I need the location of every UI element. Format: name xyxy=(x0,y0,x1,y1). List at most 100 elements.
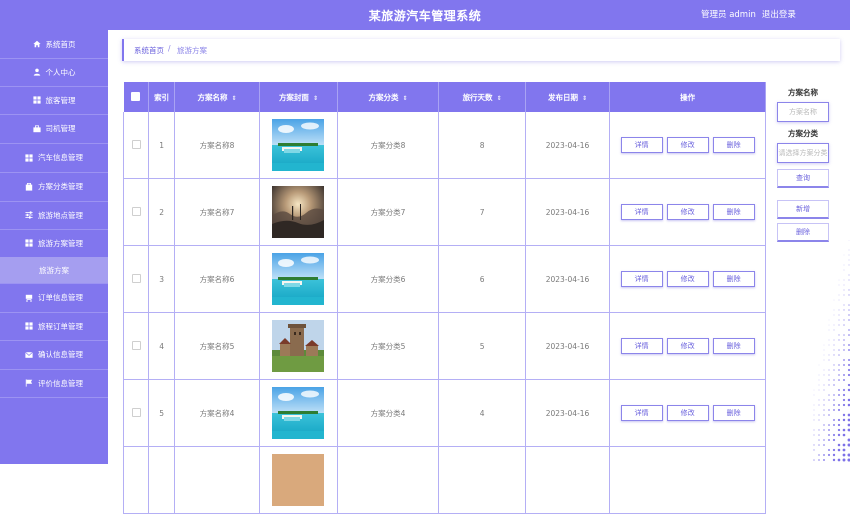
home-icon xyxy=(33,40,41,48)
delete-button[interactable]: 删除 xyxy=(713,271,755,287)
cell-actions: 详情修改删除 xyxy=(610,313,766,380)
cell-name: 方案名称8 xyxy=(174,112,259,179)
sidebar-item-4[interactable]: 司机管理 xyxy=(0,114,108,143)
edit-button[interactable]: 修改 xyxy=(667,271,709,287)
mail-icon xyxy=(25,351,33,359)
cover-image[interactable] xyxy=(272,454,324,506)
cover-image[interactable] xyxy=(272,119,324,171)
sidebar-item-label: 方案分类管理 xyxy=(38,181,83,192)
row-select-cell[interactable] xyxy=(124,112,149,179)
sidebar-item-5[interactable]: 汽车信息管理 xyxy=(0,143,108,172)
data-table: 索引 方案名称⇕ 方案封面⇕ 方案分类⇕ 旅行天数⇕ 发布日期⇕ 操作 1方案名… xyxy=(123,82,766,514)
select-all-checkbox[interactable] xyxy=(131,92,140,101)
grid-icon xyxy=(33,96,41,104)
table-row[interactable]: 2方案名称7方案分类772023-04-16详情修改删除 xyxy=(124,179,766,246)
cover-image[interactable] xyxy=(272,186,324,238)
sort-icon[interactable]: ⇕ xyxy=(497,95,502,102)
detail-button[interactable]: 详情 xyxy=(621,405,663,421)
breadcrumb-separator: / xyxy=(168,44,171,53)
row-select-cell[interactable] xyxy=(124,179,149,246)
column-header-days[interactable]: 旅行天数⇕ xyxy=(439,82,525,112)
delete-button[interactable]: 删除 xyxy=(713,137,755,153)
user-icon xyxy=(33,68,41,76)
sidebar-item-label: 旅游方案管理 xyxy=(38,238,83,249)
cart-icon xyxy=(25,294,33,302)
sidebar-item-label: 旅客管理 xyxy=(46,95,76,106)
row-select-cell[interactable] xyxy=(124,313,149,380)
edit-button[interactable]: 修改 xyxy=(667,405,709,421)
cell-actions: 详情修改删除 xyxy=(610,380,766,447)
edit-button[interactable]: 修改 xyxy=(667,204,709,220)
detail-button[interactable]: 详情 xyxy=(621,271,663,287)
table-row[interactable]: 3方案名称6方案分类662023-04-16详情修改删除 xyxy=(124,246,766,313)
cell-date: 2023-04-16 xyxy=(525,112,609,179)
column-header-name[interactable]: 方案名称⇕ xyxy=(174,82,259,112)
sidebar-item-3[interactable]: 旅客管理 xyxy=(0,86,108,114)
sort-icon[interactable]: ⇕ xyxy=(582,95,587,102)
logout-link[interactable]: 退出登录 xyxy=(762,10,796,20)
cell-date: 2023-04-16 xyxy=(525,380,609,447)
search-name-input[interactable]: 方案名称 xyxy=(777,102,829,122)
delete-button[interactable]: 删除 xyxy=(713,204,755,220)
table-row[interactable]: 4方案名称5方案分类552023-04-16详情修改删除 xyxy=(124,313,766,380)
sidebar-item-label: 个人中心 xyxy=(46,67,76,78)
sidebar-item-8[interactable]: 旅游方案管理 xyxy=(0,229,108,257)
search-name-label: 方案名称 xyxy=(777,87,829,98)
sidebar-item-6[interactable]: 方案分类管理 xyxy=(0,172,108,201)
edit-button[interactable]: 修改 xyxy=(667,338,709,354)
detail-button[interactable]: 详情 xyxy=(621,204,663,220)
sidebar-item-13[interactable]: 评价信息管理 xyxy=(0,369,108,397)
user-name: 管理员 admin xyxy=(701,10,756,20)
row-select-cell[interactable] xyxy=(124,380,149,447)
row-checkbox[interactable] xyxy=(132,341,141,350)
edit-button[interactable]: 修改 xyxy=(667,137,709,153)
breadcrumb-home[interactable]: 系统首页 xyxy=(134,45,164,56)
sort-icon[interactable]: ⇕ xyxy=(313,95,318,102)
row-checkbox[interactable] xyxy=(132,207,141,216)
row-checkbox[interactable] xyxy=(132,274,141,283)
detail-button[interactable]: 详情 xyxy=(621,338,663,354)
sidebar-item-2[interactable]: 个人中心 xyxy=(0,58,108,86)
sort-icon[interactable]: ⇕ xyxy=(402,95,407,102)
briefcase-icon xyxy=(33,125,41,133)
sidebar-item-11[interactable]: 旅程订单管理 xyxy=(0,312,108,340)
delete-button[interactable]: 删除 xyxy=(713,338,755,354)
row-select-cell[interactable] xyxy=(124,246,149,313)
cell-cover xyxy=(260,179,337,246)
sidebar-item-7[interactable]: 旅游地点管理 xyxy=(0,201,108,229)
add-button[interactable]: 新增 xyxy=(777,200,829,219)
sidebar-item-label: 旅程订单管理 xyxy=(38,321,83,332)
cell-date: 2023-04-16 xyxy=(525,246,609,313)
column-header-category[interactable]: 方案分类⇕ xyxy=(337,82,439,112)
sidebar-item-9[interactable]: 旅游方案 xyxy=(0,257,108,283)
detail-button[interactable]: 详情 xyxy=(621,137,663,153)
sliders-icon xyxy=(25,211,33,219)
cell-name: 方案名称6 xyxy=(174,246,259,313)
cover-image[interactable] xyxy=(272,253,324,305)
cell-actions: 详情修改删除 xyxy=(610,112,766,179)
sidebar-item-label: 评价信息管理 xyxy=(38,378,83,389)
delete-button[interactable]: 删除 xyxy=(713,405,755,421)
table-row[interactable]: 1方案名称8方案分类882023-04-16详情修改删除 xyxy=(124,112,766,179)
search-category-label: 方案分类 xyxy=(777,128,829,139)
cover-image[interactable] xyxy=(272,387,324,439)
table-row[interactable] xyxy=(124,447,766,514)
search-button[interactable]: 查询 xyxy=(777,169,829,188)
cell-index: 5 xyxy=(149,380,174,447)
sidebar-item-1[interactable]: 系统首页 xyxy=(0,30,108,58)
cell-actions: 详情修改删除 xyxy=(610,246,766,313)
sidebar-item-12[interactable]: 确认信息管理 xyxy=(0,340,108,369)
cell-index: 2 xyxy=(149,179,174,246)
cell-days: 8 xyxy=(439,112,525,179)
cover-image[interactable] xyxy=(272,320,324,372)
cell-index: 3 xyxy=(149,246,174,313)
sidebar-item-10[interactable]: 订单信息管理 xyxy=(0,283,108,312)
column-header-cover[interactable]: 方案封面⇕ xyxy=(260,82,337,112)
sort-icon[interactable]: ⇕ xyxy=(232,95,237,102)
select-all-cell[interactable] xyxy=(124,82,149,112)
row-checkbox[interactable] xyxy=(132,140,141,149)
search-category-select[interactable]: 请选择方案分类 xyxy=(777,143,829,163)
row-checkbox[interactable] xyxy=(132,408,141,417)
table-row[interactable]: 5方案名称4方案分类442023-04-16详情修改删除 xyxy=(124,380,766,447)
column-header-date[interactable]: 发布日期⇕ xyxy=(525,82,609,112)
